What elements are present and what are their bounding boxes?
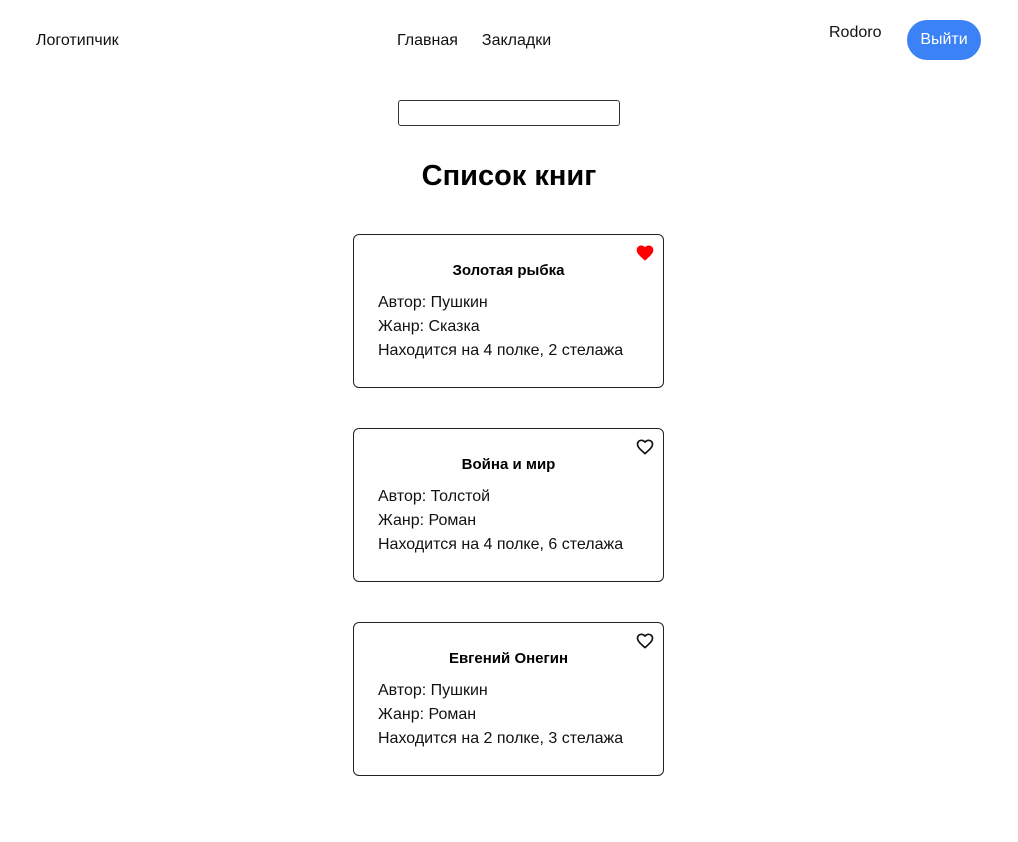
heart-outline-icon — [636, 633, 654, 649]
page-title: Список книг — [421, 160, 597, 192]
book-author: Автор: Пушкин — [378, 682, 488, 699]
book-title: Евгений Онегин — [448, 650, 569, 667]
book-card: Война и мир Автор: Толстой Жанр: Роман Н… — [353, 428, 664, 582]
book-genre: Жанр: Сказка — [378, 318, 480, 335]
logout-button[interactable]: Выйти — [907, 20, 981, 60]
book-location: Находится на 4 полке, 6 стелажа — [378, 536, 624, 553]
book-author: Автор: Толстой — [378, 488, 491, 505]
nav-link-bookmarks[interactable]: Закладки — [482, 31, 551, 51]
book-genre: Жанр: Роман — [378, 512, 477, 529]
book-card: Евгений Онегин Автор: Пушкин Жанр: Роман… — [353, 622, 664, 776]
page: Логотипчик Главная Закладки Rodoro Выйти… — [0, 0, 1018, 842]
book-location: Находится на 4 полке, 2 стелажа — [378, 342, 624, 359]
header: Логотипчик Главная Закладки Rodoro Выйти — [0, 0, 1018, 80]
book-title: Золотая рыбка — [452, 262, 565, 279]
heart-outline-icon — [636, 439, 654, 455]
heart-filled-icon — [636, 245, 654, 261]
book-genre: Жанр: Роман — [378, 706, 477, 723]
book-author: Автор: Пушкин — [378, 294, 488, 311]
username: Rodoro — [829, 24, 882, 41]
bookmark-button[interactable] — [635, 631, 655, 651]
main-nav: Главная Закладки — [397, 31, 551, 51]
bookmark-button[interactable] — [635, 437, 655, 457]
book-location: Находится на 2 полке, 3 стелажа — [378, 730, 624, 747]
search-input[interactable] — [398, 100, 620, 126]
bookmark-button[interactable] — [635, 243, 655, 263]
nav-link-home[interactable]: Главная — [397, 31, 458, 51]
book-title: Война и мир — [461, 456, 556, 473]
logo[interactable]: Логотипчик — [36, 31, 119, 51]
book-card: Золотая рыбка Автор: Пушкин Жанр: Сказка… — [353, 234, 664, 388]
